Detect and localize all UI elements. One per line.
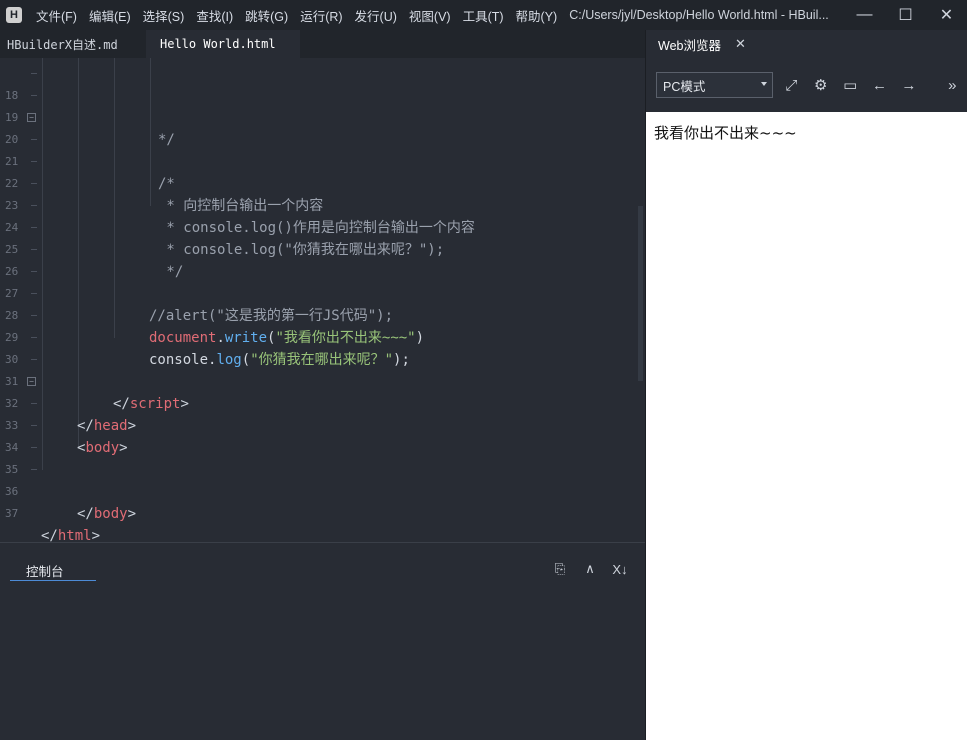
code-line-34: 34 <box>0 415 640 454</box>
maximize-icon[interactable]: ☐ <box>885 0 926 30</box>
open-external-icon[interactable]: ⤢ <box>777 72 806 98</box>
code-editor[interactable]: 18 */ 19 20 − /* 21 * 向控制台输出一个内容 22 * co… <box>0 58 645 544</box>
minimize-icon[interactable]: — <box>844 0 885 30</box>
code-line-21: 21 * 向控制台输出一个内容 <box>0 129 640 214</box>
code-line-31: 31 </head> <box>0 349 640 434</box>
tab-hbuilderx-readme[interactable]: HBuilderX自述.md <box>0 30 146 58</box>
code-line-28: 28 console.log("你猜我在哪出来呢？"); <box>0 283 640 368</box>
menu-view[interactable]: 视图(V) <box>403 6 457 25</box>
tab-web-browser[interactable]: Web浏览器 ✕ <box>646 30 758 58</box>
code-line-18: 18 */ <box>0 63 640 148</box>
menu-goto[interactable]: 跳转(G) <box>239 6 294 25</box>
console-toolbar: ⎘ ∧ X↓ <box>545 559 635 579</box>
fold-tick <box>31 337 37 338</box>
code-line-35: 35 </body> <box>0 437 640 522</box>
code-line-24: 24 */ <box>0 195 640 280</box>
menu-help[interactable]: 帮助(Y) <box>510 6 564 25</box>
device-mode-value: PC模式 <box>663 79 706 94</box>
more-chevron-icon[interactable]: » <box>938 72 967 98</box>
editor-tab-bar: HBuilderX自述.md Hello World.html <box>0 30 645 58</box>
fold-tick <box>31 227 37 228</box>
code-line-19: 19 <box>0 85 640 124</box>
browser-tab-label: Web浏览器 <box>658 38 721 53</box>
fold-tick <box>31 425 37 426</box>
fold-tick <box>31 139 37 140</box>
console-panel: 控制台 ⎘ ∧ X↓ <box>0 542 645 740</box>
page-output-text: 我看你出不出来~~~ <box>654 124 797 142</box>
fold-tick <box>31 469 37 470</box>
fold-collapse-icon[interactable]: − <box>27 113 36 122</box>
code-line-27: 27 document.write("我看你出不出来~~~") <box>0 261 640 346</box>
tab-hello-world-html[interactable]: Hello World.html <box>146 30 300 58</box>
code-line-22: 22 * console.log()作用是向控制台输出一个内容 <box>0 151 640 236</box>
fold-tick <box>31 293 37 294</box>
chevron-down-icon <box>760 82 767 86</box>
fold-tick <box>31 205 37 206</box>
fold-tick <box>31 315 37 316</box>
fold-tick <box>31 73 37 74</box>
tag-bracket: </ <box>77 506 94 522</box>
arrow-left-icon[interactable]: ← <box>865 72 894 98</box>
code-line-36: 36 </html> <box>0 459 640 544</box>
code-line-20: 20 − /* <box>0 107 640 192</box>
web-browser-panel: Web浏览器 ✕ PC模式 ⤢ ⚙ ▭ ← → » 我看你出不出来~~~ <box>645 30 967 740</box>
fold-tick <box>31 249 37 250</box>
menu-tools[interactable]: 工具(T) <box>457 6 510 25</box>
browser-viewport[interactable]: 我看你出不出来~~~ <box>646 112 967 740</box>
fold-tick <box>31 403 37 404</box>
new-console-icon[interactable]: ⎘ <box>545 559 575 579</box>
fold-tick <box>31 447 37 448</box>
fold-tick <box>31 95 37 96</box>
window-controls: — ☐ ✕ <box>844 0 967 30</box>
code-line-25: 25 <box>0 217 640 256</box>
browser-toolbar: PC模式 ⤢ ⚙ ▭ ← → » <box>646 58 967 112</box>
tab-console[interactable]: 控制台 <box>10 561 96 581</box>
gear-icon[interactable]: ⚙ <box>806 72 835 98</box>
fold-collapse-icon[interactable]: − <box>27 377 36 386</box>
code-tag-line: </body> <box>77 503 136 525</box>
menu-file[interactable]: 文件(F) <box>30 6 83 25</box>
window-title: C:/Users/jyl/Desktop/Hello World.html - … <box>569 8 829 22</box>
code-line-30: 30 </script> <box>0 327 640 412</box>
code-line-29: 29 <box>0 305 640 344</box>
menu-edit[interactable]: 编辑(E) <box>83 6 137 25</box>
device-mode-select[interactable]: PC模式 <box>656 72 773 98</box>
code-line-37: 37 <box>0 481 640 520</box>
code-line-33: 33 <box>0 393 640 432</box>
code-line-32: 32 − <body> <box>0 371 640 456</box>
menu-bar: H 文件(F) 编辑(E) 选择(S) 查找(I) 跳转(G) 运行(R) 发行… <box>0 0 967 30</box>
fold-tick <box>31 359 37 360</box>
hbuilder-logo-icon: H <box>6 7 22 23</box>
browser-tab-bar: Web浏览器 ✕ <box>646 30 967 58</box>
clear-console-icon[interactable]: X↓ <box>605 559 635 579</box>
fold-tick <box>31 183 37 184</box>
menu-select[interactable]: 选择(S) <box>137 6 191 25</box>
devtools-console-icon[interactable]: ▭ <box>835 72 864 98</box>
close-icon[interactable]: ✕ <box>926 0 967 30</box>
editor-scrollbar[interactable] <box>638 206 643 381</box>
menu-find[interactable]: 查找(I) <box>190 6 239 25</box>
close-icon[interactable]: ✕ <box>735 36 746 52</box>
code-line-23: 23 * console.log("你猜我在哪出来呢？"); <box>0 173 640 258</box>
menu-run[interactable]: 运行(R) <box>294 6 348 25</box>
line-number: 37 <box>5 507 19 520</box>
arrow-right-icon[interactable]: → <box>894 72 923 98</box>
code-line-26: 26 //alert("这是我的第一行JS代码"); <box>0 239 640 324</box>
fold-tick <box>31 271 37 272</box>
collapse-panel-icon[interactable]: ∧ <box>575 559 605 579</box>
tag-bracket: > <box>127 506 137 522</box>
fold-tick <box>31 161 37 162</box>
menu-publish[interactable]: 发行(U) <box>349 6 403 25</box>
tag-name: body <box>93 506 128 522</box>
